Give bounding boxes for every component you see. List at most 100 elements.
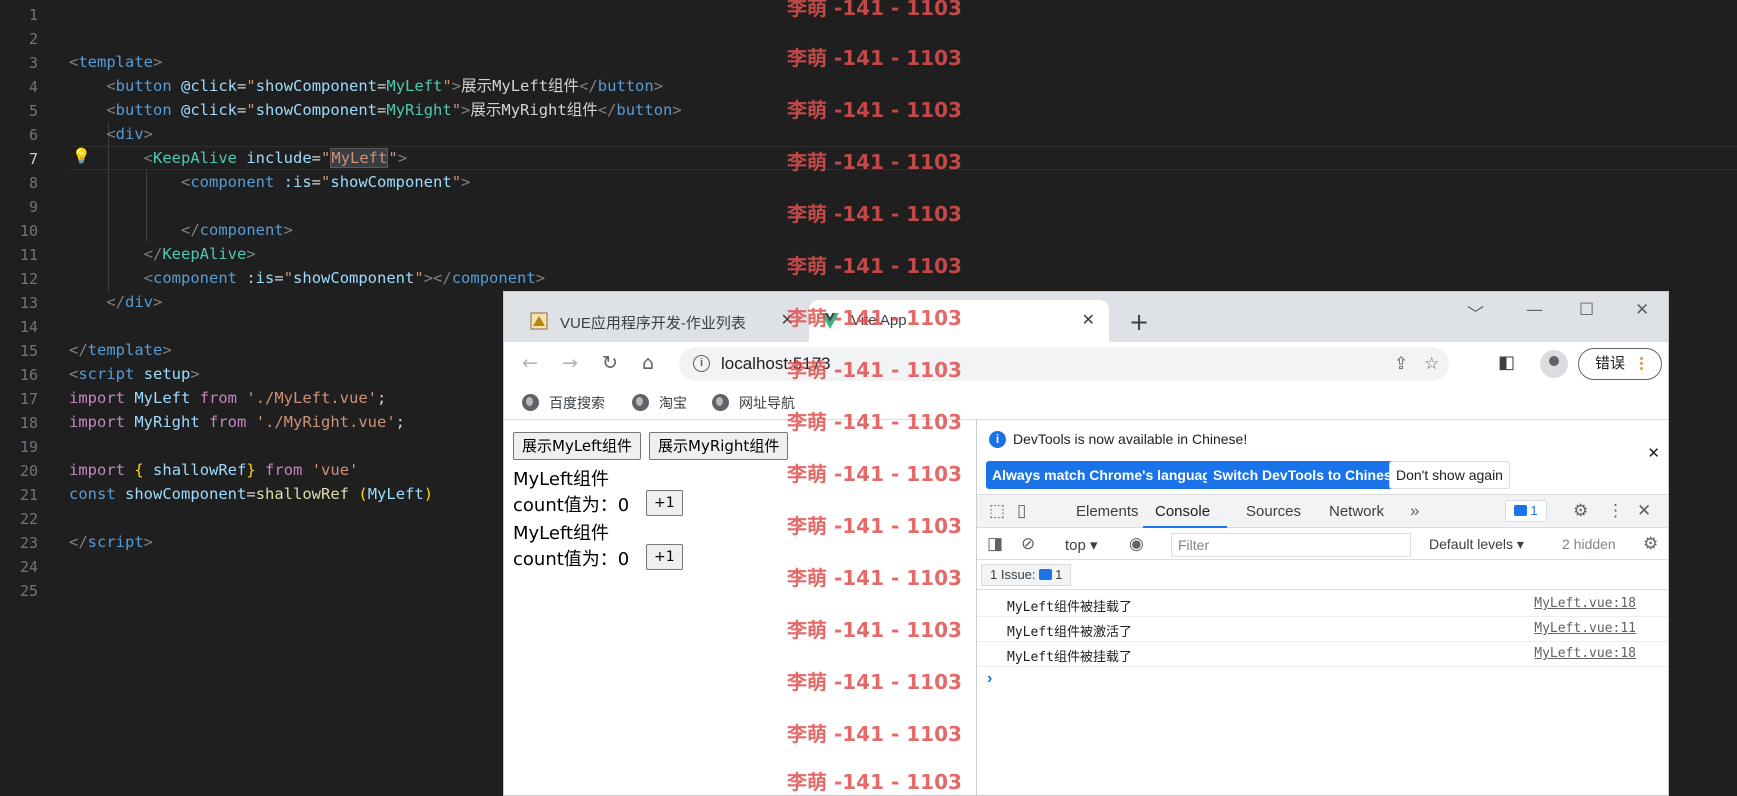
increment-button[interactable]: +1 [646,544,683,570]
gear-icon[interactable]: ⚙ [1573,501,1588,521]
dont-show-button[interactable]: Don't show again [1389,461,1510,489]
show-myleft-button[interactable]: 展示MyLeft组件 [513,432,642,460]
component-title: MyLeft组件 [513,469,610,490]
count-label: count值为：0 [513,549,630,570]
more-vert-icon[interactable]: ⋮ [1607,501,1624,521]
line-number: 15 [19,342,38,360]
source-link[interactable]: MyLeft.vue:18 [1534,646,1636,661]
context-select[interactable]: top ▾ [1065,536,1098,554]
line-number: 23 [19,534,38,552]
reload-icon[interactable]: ↻ [602,352,618,374]
hidden-count: 2 hidden [1562,536,1616,552]
star-icon[interactable]: ☆ [1424,354,1439,374]
site-favicon-icon [530,312,548,330]
line-number: 17 [19,390,38,408]
more-vert-icon: ⋮ [1634,355,1649,372]
code-line: import MyLeft from './MyLeft.vue'; [69,389,387,407]
close-icon[interactable]: ✕ [781,310,794,330]
eye-icon[interactable]: ◉ [1129,534,1144,554]
maximize-icon[interactable]: ☐ [1579,300,1594,320]
bookmark-item[interactable]: 网址导航 [712,393,795,413]
increment-button[interactable]: +1 [646,490,683,516]
line-number: 12 [19,270,38,288]
issues-button[interactable]: 1 Issue: 1 [981,564,1072,586]
forward-icon[interactable]: → [562,352,578,374]
source-link[interactable]: MyLeft.vue:18 [1534,596,1636,611]
code-line: <button @click="showComponent=MyLeft">展示… [106,77,664,95]
issues-row: 1 Issue: 1 [977,560,1668,590]
more-tabs-icon[interactable]: » [1410,501,1419,521]
avatar[interactable] [1540,350,1568,378]
share-icon[interactable]: ⇪ [1394,354,1408,374]
line-number: 11 [19,246,38,264]
code-line: <script setup> [69,365,200,383]
sidebar-toggle-icon[interactable]: ◨ [987,534,1003,554]
line-number: 3 [28,54,38,72]
bookmark-item[interactable]: 淘宝 [632,393,687,413]
message-icon [1039,569,1053,580]
line-number: 25 [19,582,38,600]
device-toolbar-icon[interactable]: ▯ [1017,501,1026,521]
gear-icon[interactable]: ⚙ [1643,534,1658,554]
inspect-icon[interactable]: ⬚ [989,501,1005,521]
count-value: 0 [617,495,630,516]
console-message: MyLeft组件被激活了 MyLeft.vue:11 [977,617,1668,642]
line-number: 5 [28,102,38,120]
close-icon[interactable]: ✕ [1647,444,1660,462]
source-link[interactable]: MyLeft.vue:11 [1534,621,1636,636]
code-line: import MyRight from './MyRight.vue'; [69,413,406,431]
tab-network[interactable]: Network [1329,503,1384,520]
code-line: <component :is="showComponent"></compone… [143,269,546,287]
browser-tab[interactable]: VUE应用程序开发-作业列表 ✕ [518,300,808,342]
code-line: <div> [106,125,154,143]
back-icon[interactable]: ← [522,352,538,374]
line-number: 4 [28,78,38,96]
line-number: 6 [28,126,38,144]
browser-toolbar: ← → ↻ ⌂ i localhost:5173 ⇪ ☆ ◧ 错误 ⋮ [504,342,1668,386]
code-line: </div> [106,293,163,311]
bookmark-item[interactable]: 百度搜索 [522,393,605,413]
minimize-icon[interactable]: — [1526,300,1543,320]
clear-console-icon[interactable]: ⊘ [1021,534,1035,554]
info-icon[interactable]: i [693,355,710,372]
line-number: 13 [19,294,38,312]
component-title: MyLeft组件 [513,523,610,544]
tab-elements[interactable]: Elements [1076,503,1139,520]
line-number: 21 [19,486,38,504]
globe-icon [632,394,649,411]
devtools-panel: i DevTools is now available in Chinese! … [976,420,1668,795]
browser-window: VUE应用程序开发-作业列表 ✕ Vite App ✕ + ﹀ — ☐ ✕ ← … [503,291,1669,796]
switch-chinese-button[interactable]: Switch DevTools to Chinese [1207,461,1406,489]
home-icon[interactable]: ⌂ [642,352,654,374]
new-tab-button[interactable]: + [1129,308,1149,336]
infobar-message: DevTools is now available in Chinese! [1013,431,1248,447]
code-line: </script> [69,533,154,551]
code-line: <KeepAlive include="MyLeft"> [143,148,408,168]
chevron-down-icon[interactable]: ﹀ [1467,300,1484,325]
console-prompt-icon[interactable]: › [987,670,992,688]
window-close-icon[interactable]: ✕ [1635,300,1649,320]
browser-tab-active[interactable]: Vite App ✕ [809,300,1109,342]
address-bar[interactable]: i localhost:5173 ⇪ ☆ [679,347,1449,381]
show-myright-button[interactable]: 展示MyRight组件 [649,432,789,460]
issues-badge[interactable]: 1 [1505,500,1547,522]
tab-title: Vite App [851,312,907,329]
error-button[interactable]: 错误 ⋮ [1578,348,1662,380]
console-message: MyLeft组件被挂载了 MyLeft.vue:18 [977,642,1668,667]
url-text: localhost:5173 [721,354,831,373]
code-line: <button @click="showComponent=MyRight">展… [106,101,682,119]
levels-select[interactable]: Default levels ▾ [1429,536,1524,553]
filter-input[interactable]: Filter [1171,533,1411,557]
close-icon[interactable]: ✕ [1082,310,1095,330]
line-number: 8 [28,174,38,192]
tab-console[interactable]: Console [1155,503,1210,520]
code-line: </template> [69,341,172,359]
count-label: count值为：0 [513,495,630,516]
tab-sources[interactable]: Sources [1246,503,1301,520]
code-line: </KeepAlive> [143,245,256,263]
match-language-button[interactable]: Always match Chrome's language [986,461,1225,489]
devtools-tabbar: ⬚ ▯ Elements Console Sources Network » 1… [977,494,1668,528]
side-panel-icon[interactable]: ◧ [1498,352,1515,373]
code-line: const showComponent=shallowRef (MyLeft) [69,485,434,503]
close-icon[interactable]: ✕ [1637,501,1651,521]
